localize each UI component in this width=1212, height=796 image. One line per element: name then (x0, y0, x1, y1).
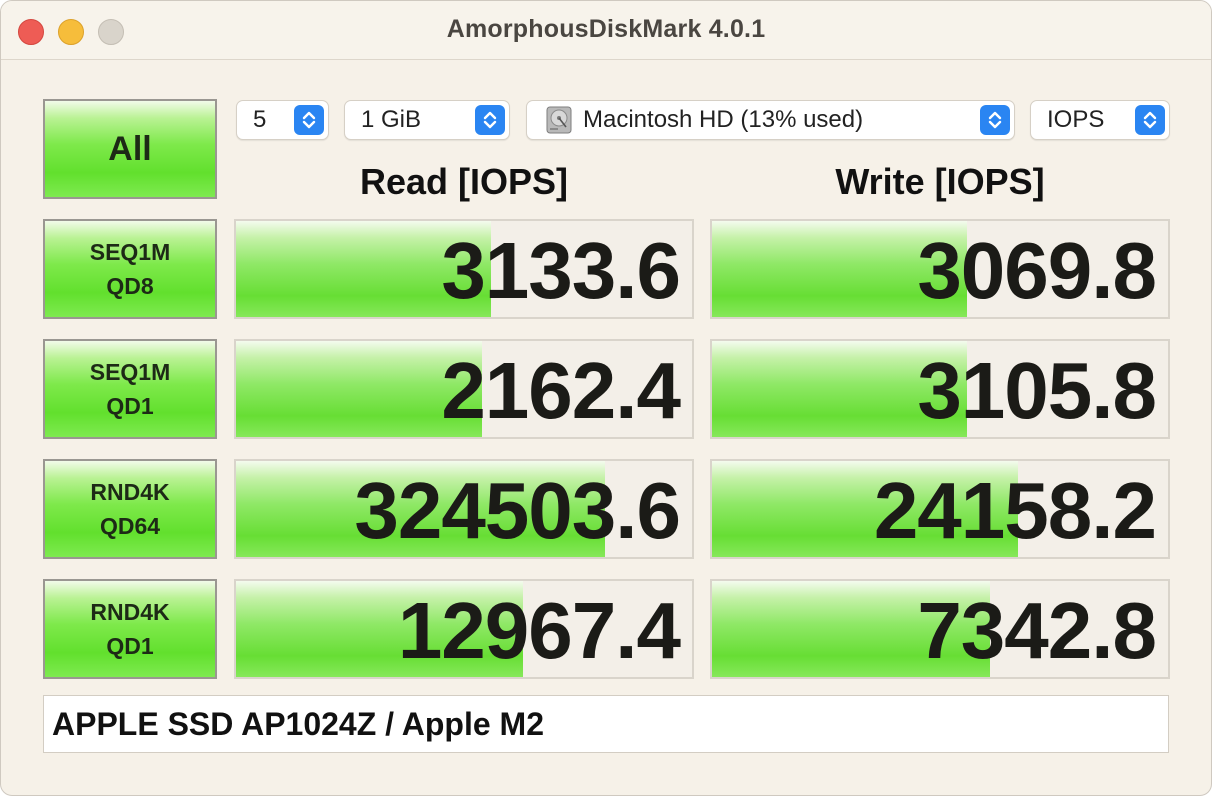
write-result-value: 24158.2 (873, 466, 1157, 555)
read-result-value: 2162.4 (441, 346, 681, 435)
read-result-value: 3133.6 (441, 226, 681, 315)
run-all-label: All (108, 129, 152, 168)
read-result-value: 12967.4 (397, 586, 681, 675)
read-result-value: 324503.6 (354, 466, 681, 555)
read-result-cell: 3133.6 (234, 219, 694, 319)
test-name-line1: RND4K (90, 479, 170, 505)
up-down-chevron-icon (1135, 105, 1165, 135)
test-name-line1: RND4K (90, 599, 170, 625)
test-seq1m-qd1-button[interactable]: SEQ1M QD1 (43, 339, 217, 439)
unit-select[interactable]: IOPS (1030, 100, 1170, 140)
test-name-line2: QD1 (106, 393, 154, 419)
target-volume-value: Macintosh HD (13% used) (583, 106, 864, 133)
test-rnd4k-qd1-button[interactable]: RND4K QD1 (43, 579, 217, 679)
test-size-value: 1 GiB (361, 106, 422, 133)
device-comment-field[interactable]: APPLE SSD AP1024Z / Apple M2 (43, 695, 1169, 753)
read-result-cell: 2162.4 (234, 339, 694, 439)
read-result-cell: 324503.6 (234, 459, 694, 559)
write-result-value: 7342.8 (917, 586, 1157, 675)
device-name: APPLE SSD AP1024Z / Apple M2 (52, 705, 544, 742)
target-volume-select[interactable]: Macintosh HD (13% used) (526, 100, 1015, 140)
read-column-header: Read [IOPS] (359, 161, 569, 202)
test-name-line2: QD64 (99, 513, 161, 539)
test-size-select[interactable]: 1 GiB (344, 100, 510, 140)
title-bar: AmorphousDiskMark 4.0.1 (1, 1, 1211, 60)
test-name-line2: QD1 (106, 633, 154, 659)
write-result-cell: 7342.8 (710, 579, 1170, 679)
app-window: AmorphousDiskMark 4.0.1 All 5 1 GiB Maci… (0, 0, 1212, 796)
test-rnd4k-qd64-button[interactable]: RND4K QD64 (43, 459, 217, 559)
up-down-chevron-icon (980, 105, 1010, 135)
test-name-line2: QD8 (106, 273, 154, 299)
up-down-chevron-icon (475, 105, 505, 135)
run-all-button[interactable]: All (43, 99, 217, 199)
test-count-select[interactable]: 5 (236, 100, 329, 140)
write-result-cell: 3069.8 (710, 219, 1170, 319)
write-column-header: Write [IOPS] (835, 161, 1045, 202)
window-title: AmorphousDiskMark 4.0.1 (446, 15, 766, 43)
hard-disk-icon (545, 105, 573, 135)
test-name-line1: SEQ1M (89, 239, 171, 265)
read-result-cell: 12967.4 (234, 579, 694, 679)
up-down-chevron-icon (294, 105, 324, 135)
unit-value: IOPS (1047, 106, 1105, 133)
write-result-value: 3105.8 (917, 346, 1157, 435)
test-count-value: 5 (253, 106, 267, 133)
write-result-value: 3069.8 (917, 226, 1157, 315)
test-name-line1: SEQ1M (89, 359, 171, 385)
test-seq1m-qd8-button[interactable]: SEQ1M QD8 (43, 219, 217, 319)
write-result-cell: 3105.8 (710, 339, 1170, 439)
write-result-cell: 24158.2 (710, 459, 1170, 559)
